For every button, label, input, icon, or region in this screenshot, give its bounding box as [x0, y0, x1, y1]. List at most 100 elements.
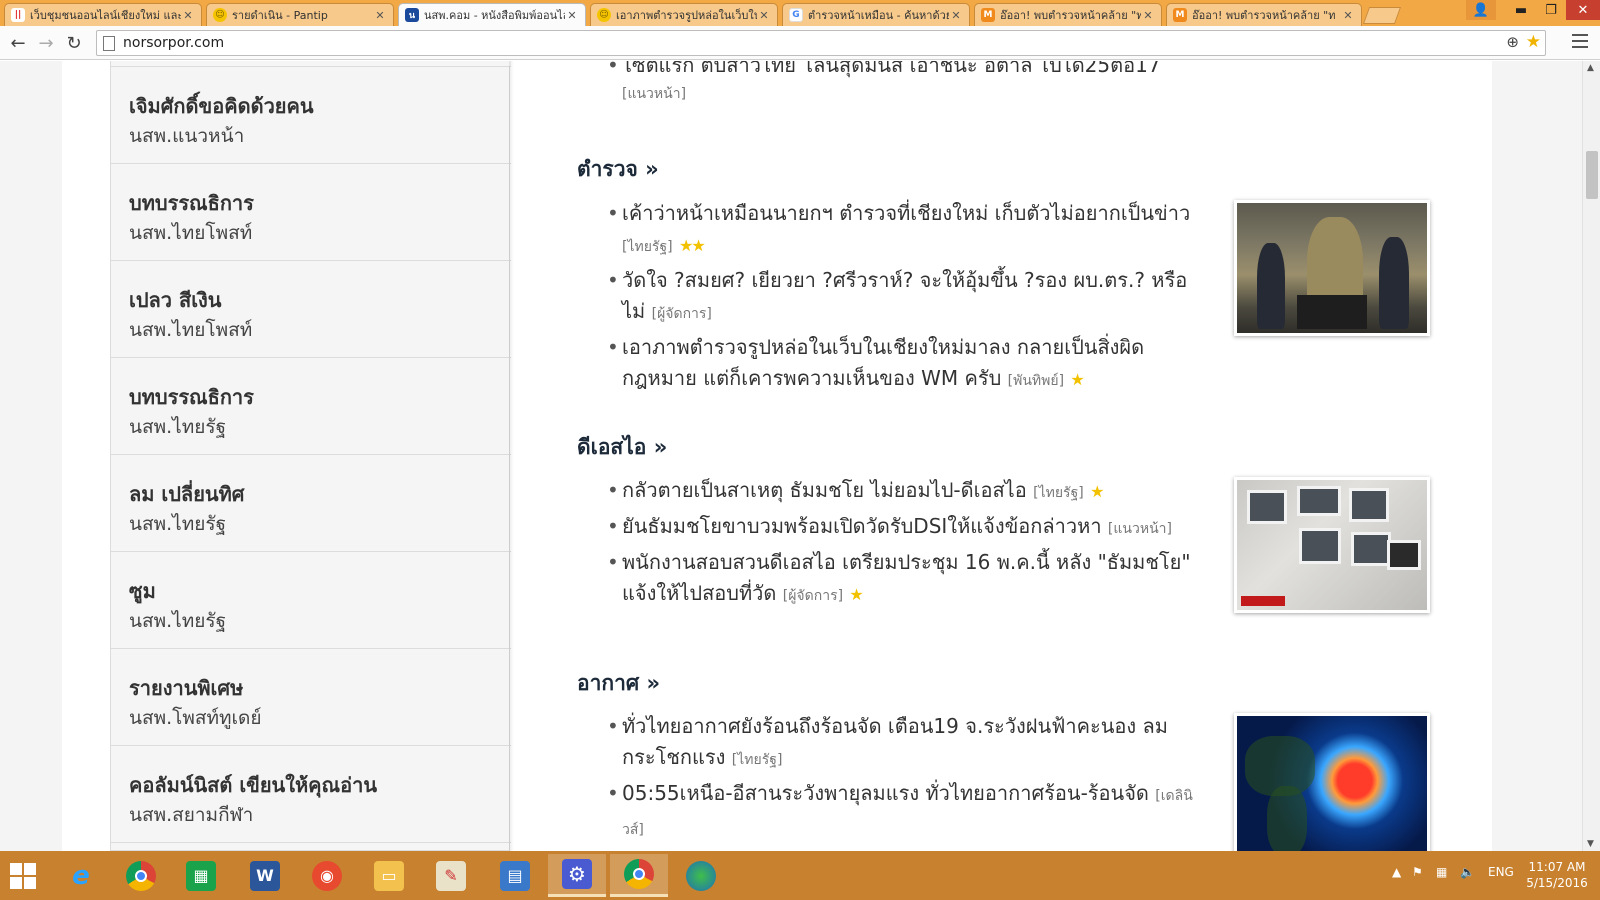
news-text[interactable]: เซตแรก ตบสาวไทย โลนสุดมันส์ เอาชนะ อิตาล…	[625, 61, 1160, 77]
sidebar-item[interactable]: คอลัมน์นิสต์ เขียนให้คุณอ่าน นสพ.สยามกีฬ…	[111, 746, 511, 843]
minimize-button[interactable]: ▬	[1506, 0, 1536, 20]
list-item[interactable]: ทั่วไทยอากาศยังร้อนถึงร้อนจัด เตือน19 จ.…	[607, 711, 1197, 776]
windows-start-icon[interactable]	[10, 863, 36, 889]
zoom-icon[interactable]: ⊕	[1506, 33, 1519, 51]
taskbar-app-paint[interactable]: ✎	[422, 854, 480, 897]
taskbar-app-settings[interactable]: ⚙	[548, 854, 606, 897]
section-heading-weather[interactable]: อากาศ »	[577, 667, 660, 700]
taskbar-app-ie[interactable]: e	[52, 854, 110, 897]
sidebar-item[interactable]: ลม เปลี่ยนทิศ นสพ.ไทยรัฐ	[111, 455, 511, 552]
news-text[interactable]: ยันธัมมชโยขาบวมพร้อมเปิดวัดรับDSIให้แจ้ง…	[622, 514, 1102, 538]
scrollbar-thumb[interactable]	[1586, 151, 1598, 199]
flag-icon[interactable]: ⚑	[1412, 865, 1423, 879]
section-heading-dsi[interactable]: ดีเอสไอ »	[577, 431, 667, 464]
news-headline-partial[interactable]: • เซตแรก ตบสาวไทย โลนสุดมันส์ เอาชนะ อิต…	[607, 61, 1161, 81]
m-orange-icon: M	[981, 8, 995, 22]
tab-3-active[interactable]: น นสพ.คอม - หนังสือพิมพ์ออนไล ✕	[398, 3, 586, 26]
photo-print	[1351, 532, 1391, 566]
sidebar-item-title[interactable]: คอลัมน์นิสต์ เขียนให้คุณอ่าน	[129, 770, 511, 800]
columnist-sidebar: เจิมศักดิ์ขอคิดด้วยคน นสพ.แนวหน้า บทบรรณ…	[110, 61, 514, 851]
system-clock[interactable]: 11:07 AM 5/15/2016	[1522, 859, 1592, 891]
taskbar-app-control-panel[interactable]: ▤	[486, 854, 544, 897]
news-source: [ไทยรัฐ]	[622, 239, 673, 255]
thumbnail-weather[interactable]	[1234, 713, 1430, 851]
sidebar-item[interactable]: บทบรรณธิการ นสพ.ไทยโพสท์	[111, 164, 511, 261]
reload-icon[interactable]: ↻	[62, 31, 86, 55]
new-tab-button[interactable]	[1362, 7, 1402, 24]
list-item[interactable]: เค้าว่าหน้าเหมือนนายกฯ ตำรวจที่เชียงใหม่…	[607, 198, 1197, 263]
back-arrow-icon[interactable]: ←	[6, 31, 30, 55]
news-column: • เซตแรก ตบสาวไทย โลนสุดมันส์ เอาชนะ อิต…	[577, 61, 1477, 851]
taskbar-app-store[interactable]: ▦	[172, 854, 230, 897]
sidebar-item-title[interactable]: บทบรรณธิการ	[129, 382, 511, 412]
tab-5[interactable]: G ตำรวจหน้าเหมือน - ค้นหาด้วย ✕	[782, 3, 970, 26]
taskbar-app-globe[interactable]	[672, 854, 730, 897]
news-text[interactable]: เค้าว่าหน้าเหมือนนายกฯ ตำรวจที่เชียงใหม่…	[622, 201, 1190, 225]
network-icon[interactable]: ▦	[1436, 865, 1447, 879]
list-item[interactable]: เอาภาพตำรวจรูปหล่อในเว็บในเชียงใหม่มาลง …	[607, 332, 1197, 397]
user-profile-icon[interactable]: 👤	[1466, 0, 1496, 20]
sidebar-item[interactable]: รายงานพิเศษ นสพ.โพสท์ทูเดย์	[111, 649, 511, 746]
page-scrollbar[interactable]: ▲ ▼	[1582, 61, 1600, 851]
taskbar-app-chrome-active[interactable]	[610, 854, 668, 897]
sidebar-item-title[interactable]: เปลว สีเงิน	[129, 285, 511, 315]
address-bar[interactable]: norsorpor.com ⊕ ★	[96, 30, 1546, 56]
list-item[interactable]: พนักงานสอบสวนดีเอสไอ เตรียมประชุม 16 พ.ค…	[607, 547, 1197, 612]
forward-arrow-icon[interactable]: →	[34, 31, 58, 55]
list-item[interactable]: 05:55เหนือ-อีสานระวังพายุลมแรง ทั่วไทยอา…	[607, 778, 1197, 846]
close-icon[interactable]: ✕	[757, 9, 771, 22]
url-text[interactable]: norsorpor.com	[123, 35, 224, 51]
sidebar-item-title[interactable]: ซูม	[129, 576, 511, 606]
news-text[interactable]: ทั่วไทยอากาศยังร้อนถึงร้อนจัด เตือน19 จ.…	[622, 714, 1168, 769]
tab-6[interactable]: M อ๊ออา! พบตำรวจหน้าคล้าย "ท ✕	[974, 3, 1162, 26]
close-icon[interactable]: ✕	[181, 9, 195, 22]
list-item[interactable]: วัดใจ ?สมยศ? เยียวยา ?ศรีวราห์? จะให้อุ้…	[607, 265, 1197, 330]
close-icon[interactable]: ✕	[373, 9, 387, 22]
close-icon[interactable]: ✕	[949, 9, 963, 22]
tab-4[interactable]: ☺ เอาภาพตำรวจรูปหล่อในเว็บในเ ✕	[590, 3, 778, 26]
scroll-down-icon[interactable]: ▼	[1587, 839, 1594, 849]
taskbar-app-flame[interactable]: ◉	[298, 854, 356, 897]
norsorpor-icon: น	[405, 8, 419, 22]
section-heading-police[interactable]: ตำรวจ »	[577, 153, 659, 186]
hamburger-menu-icon[interactable]	[1572, 34, 1588, 52]
tab-title: อ๊ออา! พบตำรวจหน้าคล้าย "ท	[1000, 9, 1141, 22]
thumbnail-police[interactable]	[1234, 200, 1430, 336]
m-orange-icon: M	[1173, 8, 1187, 22]
rating-star-icon: ★	[849, 585, 863, 604]
list-item[interactable]: ยันธัมมชโยขาบวมพร้อมเปิดวัดรับDSIให้แจ้ง…	[607, 511, 1247, 545]
close-icon[interactable]: ✕	[565, 9, 579, 22]
taskbar-app-explorer[interactable]: ▭	[360, 854, 418, 897]
tab-7[interactable]: M อ๊ออา! พบตำรวจหน้าคล้าย "ท ✕	[1166, 3, 1362, 26]
sidebar-item-title[interactable]: ลม เปลี่ยนทิศ	[129, 479, 511, 509]
restore-button[interactable]: ❐	[1536, 0, 1566, 20]
sidebar-item[interactable]: เจิมศักดิ์ขอคิดด้วยคน นสพ.แนวหน้า	[111, 67, 511, 164]
tab-2[interactable]: ☺ รายดำเนิน - Pantip ✕	[206, 3, 394, 26]
windows-taskbar: e ▦ W ◉ ▭ ✎ ▤ ⚙ ▲ ⚑ ▦ 🔈 ENG 11:07 AM 5/1…	[0, 851, 1600, 900]
thumbnail-dsi[interactable]	[1234, 477, 1430, 613]
close-icon[interactable]: ✕	[1141, 9, 1155, 22]
list-item[interactable]: กลัวตายเป็นสาเหตุ ธัมมชโย ไม่ยอมไป-ดีเอส…	[607, 475, 1197, 509]
news-text[interactable]: 05:55เหนือ-อีสานระวังพายุลมแรง ทั่วไทยอา…	[622, 781, 1149, 805]
bookmark-star-icon[interactable]: ★	[1526, 32, 1541, 52]
tab-1[interactable]: || เว็บชุมชนออนไลน์เชียงใหม่ และ ✕	[4, 3, 202, 26]
news-source: [แนวหน้า]	[1107, 521, 1172, 537]
close-icon[interactable]: ✕	[1341, 9, 1355, 22]
news-text[interactable]: เอาภาพตำรวจรูปหล่อในเว็บในเชียงใหม่มาลง …	[622, 335, 1144, 390]
sidebar-item-title[interactable]: รายงานพิเศษ	[129, 673, 511, 703]
news-text[interactable]: พนักงานสอบสวนดีเอสไอ เตรียมประชุม 16 พ.ค…	[622, 550, 1191, 605]
scroll-up-icon[interactable]: ▲	[1587, 63, 1594, 73]
sidebar-item[interactable]: เปลว สีเงิน นสพ.ไทยโพสท์	[111, 261, 511, 358]
sidebar-item-title[interactable]: บทบรรณธิการ	[129, 188, 511, 218]
browser-toolbar: ← → ↻ norsorpor.com ⊕ ★	[0, 26, 1600, 60]
sidebar-item-title[interactable]: เจิมศักดิ์ขอคิดด้วยคน	[129, 91, 511, 121]
show-hidden-icons-icon[interactable]: ▲	[1392, 865, 1401, 879]
sidebar-item[interactable]: ซูม นสพ.ไทยรัฐ	[111, 552, 511, 649]
language-indicator[interactable]: ENG	[1488, 865, 1514, 879]
sidebar-item[interactable]: บทบรรณธิการ นสพ.ไทยรัฐ	[111, 358, 511, 455]
taskbar-app-chrome[interactable]	[112, 854, 170, 897]
news-text[interactable]: กลัวตายเป็นสาเหตุ ธัมมชโย ไม่ยอมไป-ดีเอส…	[622, 478, 1027, 502]
taskbar-app-word[interactable]: W	[236, 854, 294, 897]
volume-icon[interactable]: 🔈	[1460, 865, 1475, 879]
close-window-button[interactable]: ✕	[1566, 0, 1600, 20]
